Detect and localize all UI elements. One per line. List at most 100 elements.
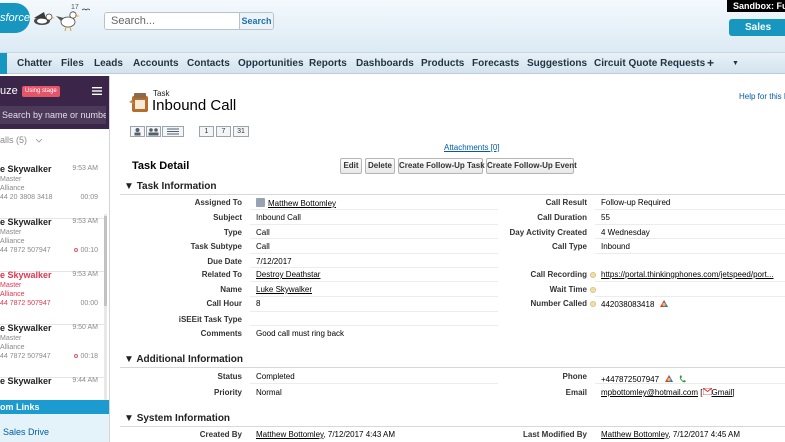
- row-divider: [250, 209, 498, 210]
- modified-by-user-link[interactable]: Matthew Bottomley: [601, 430, 668, 439]
- custom-links-panel: Sales Drive: [0, 414, 109, 442]
- tab-opportunities[interactable]: Opportunities: [238, 53, 304, 74]
- salesforce-logo[interactable]: sforce: [0, 3, 30, 33]
- call-list-item[interactable]: e Skywalker 9:50 AM Master Alliance 44 7…: [0, 320, 104, 378]
- tab-reports[interactable]: Reports: [309, 53, 347, 74]
- sales-drive-link[interactable]: Sales Drive: [3, 427, 49, 437]
- collapse-triangle-icon[interactable]: ▼: [124, 354, 136, 365]
- recording-icon: [74, 354, 79, 358]
- search-input[interactable]: [105, 13, 241, 29]
- field-label-name: Name: [220, 285, 242, 294]
- single-user-view-icon[interactable]: [130, 126, 145, 137]
- field-label-day-activity-created: Day Activity Created: [509, 228, 587, 237]
- field-label-phone: Phone: [562, 372, 587, 381]
- delete-button[interactable]: Delete: [365, 158, 395, 174]
- call-list-item[interactable]: e Skywalker 9:53 AM Master Alliance 44 2…: [0, 161, 104, 219]
- call-duration: 00:10: [74, 247, 98, 254]
- mascot-number: 17: [71, 4, 79, 11]
- caller-title: Master: [0, 282, 22, 289]
- month-view-button[interactable]: 31: [233, 126, 249, 137]
- tab-bar: Chatter Files Leads Accounts Contacts Op…: [0, 52, 785, 74]
- field-label-call-recording: Call Recording: [530, 270, 587, 279]
- help-link[interactable]: Help for this P: [739, 92, 785, 101]
- task-information-section-header[interactable]: ▼ Task Information: [124, 181, 217, 192]
- add-tab-button[interactable]: +: [707, 53, 714, 74]
- create-follow-up-event-button[interactable]: Create Follow-Up Event: [486, 158, 577, 174]
- caller-number: 44 20 3808 3418: [0, 194, 53, 201]
- field-value-assigned-to[interactable]: Matthew Bottomley: [256, 198, 336, 208]
- tab-products[interactable]: Products: [421, 53, 464, 74]
- collapse-triangle-icon[interactable]: ▼: [124, 181, 137, 192]
- tab-contacts[interactable]: Contacts: [187, 53, 230, 74]
- caller-company: Alliance: [0, 238, 25, 245]
- row-divider: [595, 383, 785, 384]
- help-info-icon[interactable]: [590, 287, 596, 293]
- field-value-call-duration: 55: [601, 213, 610, 222]
- call-duration: 00:09: [80, 194, 98, 201]
- gmail-link[interactable]: [Gmail]: [700, 387, 735, 397]
- field-value-name[interactable]: Luke Skywalker: [256, 285, 312, 294]
- created-by-user-link[interactable]: Matthew Bottomley: [256, 430, 323, 439]
- row-divider: [250, 281, 498, 282]
- call-list-item[interactable]: e Skywalker 9:53 AM Master Alliance 44 7…: [0, 214, 104, 272]
- sandbox-label: Sandbox: Fu: [727, 0, 785, 12]
- click-to-dial-icon[interactable]: [659, 299, 669, 308]
- tab-chatter[interactable]: Chatter: [17, 53, 52, 74]
- tab-files[interactable]: Files: [61, 53, 84, 74]
- field-value-number-called: 442038083418: [601, 299, 669, 309]
- help-info-icon[interactable]: [590, 272, 596, 278]
- hamburger-menu-icon[interactable]: [92, 87, 102, 95]
- edit-button[interactable]: Edit: [340, 158, 362, 174]
- system-information-section-header[interactable]: ▼ System Information: [124, 413, 230, 424]
- call-list-scroll-thumb[interactable]: [104, 216, 107, 306]
- field-value-call-recording[interactable]: https://portal.thinkingphones.com/jetspe…: [601, 270, 774, 279]
- call-duration: 00:00: [80, 300, 98, 307]
- help-info-icon[interactable]: [590, 301, 596, 307]
- list-view-icon[interactable]: [162, 126, 184, 137]
- click-to-dial-icon[interactable]: [664, 374, 674, 383]
- week-view-button[interactable]: 7: [216, 126, 231, 137]
- field-value-subject: Inbound Call: [256, 213, 301, 222]
- section-divider: [120, 194, 785, 195]
- call-time: 9:44 AM: [72, 377, 98, 384]
- tab-dashboards[interactable]: Dashboards: [356, 53, 414, 74]
- home-tab[interactable]: [0, 53, 7, 74]
- tab-suggestions[interactable]: Suggestions: [527, 53, 587, 74]
- caller-name: e Skywalker: [0, 164, 52, 174]
- day-view-button[interactable]: 1: [199, 126, 214, 137]
- additional-information-section-header[interactable]: ▼ Additional Information: [124, 354, 243, 365]
- row-divider: [250, 325, 498, 326]
- fuze-search-input[interactable]: [0, 106, 106, 124]
- field-value-related-to[interactable]: Destroy Deathstar: [256, 270, 320, 279]
- stage-badge: Using stage: [22, 86, 60, 97]
- field-label-assigned-to: Assigned To: [194, 198, 242, 207]
- field-value-task-subtype: Call: [256, 242, 270, 251]
- row-divider: [250, 224, 498, 225]
- app-switcher[interactable]: Sales: [729, 19, 785, 36]
- chevron-down-icon[interactable]: [36, 139, 42, 143]
- field-label-wait-time: Wait Time: [549, 285, 587, 294]
- call-time: 9:50 AM: [72, 324, 98, 331]
- create-follow-up-task-button[interactable]: Create Follow-Up Task: [398, 158, 485, 174]
- more-tabs-dropdown[interactable]: ▼: [732, 53, 739, 74]
- collapse-triangle-icon[interactable]: ▼: [124, 413, 137, 424]
- field-value-email[interactable]: mpbottomley@hotmail.com [Gmail]: [601, 387, 735, 397]
- search-button[interactable]: Search: [239, 13, 273, 29]
- call-list-item[interactable]: e Skywalker 9:53 AM Master Alliance 44 7…: [0, 267, 104, 325]
- row-divider: [595, 281, 785, 282]
- row-divider: [250, 311, 498, 312]
- call-time: 9:53 AM: [72, 271, 98, 278]
- task-detail-page: Task Inbound Call Help for this P 1 7 31…: [110, 76, 785, 442]
- phone-handset-icon[interactable]: [679, 375, 687, 383]
- tab-accounts[interactable]: Accounts: [133, 53, 179, 74]
- tab-circuit-quote-requests[interactable]: Circuit Quote Requests: [594, 53, 705, 74]
- row-divider: [250, 296, 498, 297]
- tab-forecasts[interactable]: Forecasts: [472, 53, 519, 74]
- multi-user-view-icon[interactable]: [146, 126, 161, 137]
- fuze-sidebar: uze Using stage alls (5) e Skywalker 9:5…: [0, 76, 110, 442]
- calls-header[interactable]: alls (5): [0, 135, 27, 145]
- attachments-link[interactable]: Attachments [0]: [444, 143, 500, 152]
- tab-leads[interactable]: Leads: [94, 53, 123, 74]
- call-list-item[interactable]: e Skywalker 9:44 AM: [0, 373, 104, 387]
- field-label-last-modified-by: Last Modified By: [522, 430, 587, 439]
